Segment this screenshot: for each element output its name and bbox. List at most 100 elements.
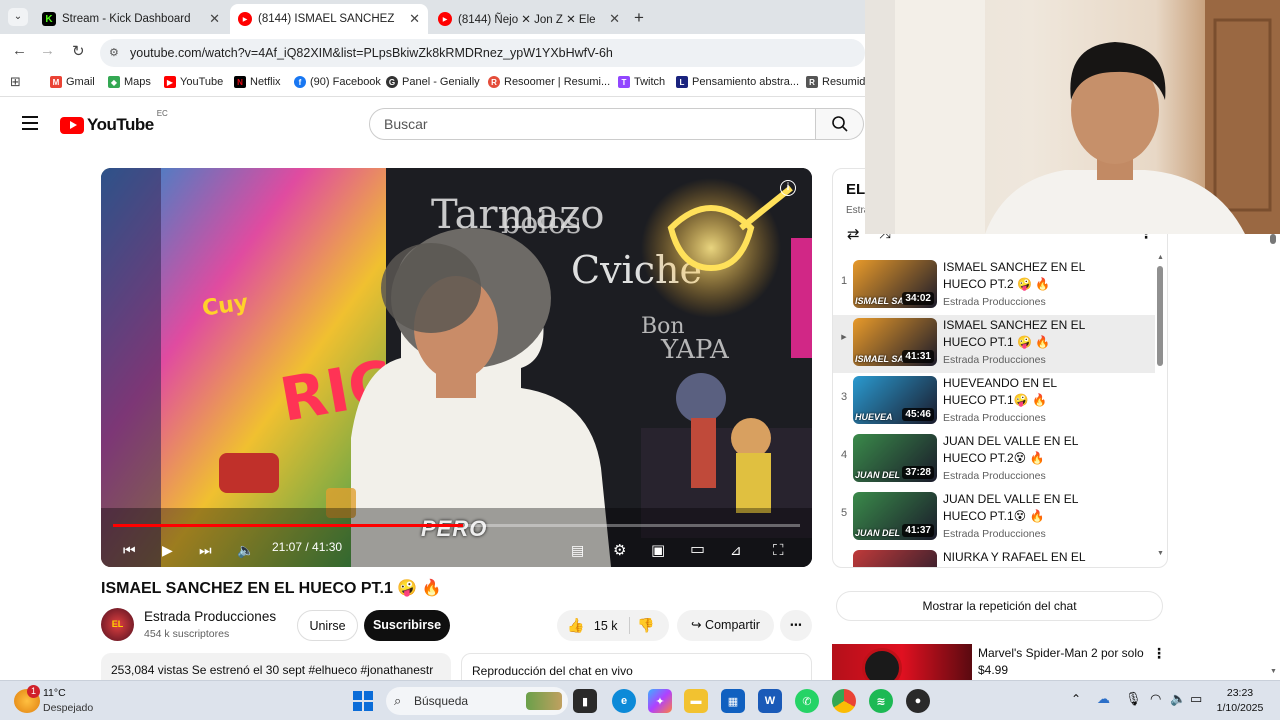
video-player[interactable]: Tarmazo bolos Cviche Bon YAPA Cuy RICO i…: [101, 168, 812, 567]
site-info-icon[interactable]: ⚙: [109, 39, 119, 67]
apps-grid-icon[interactable]: ⊞: [10, 74, 21, 90]
close-tab-icon[interactable]: ✕: [403, 11, 420, 27]
clock-date[interactable]: 1/10/2025: [1212, 702, 1268, 714]
progress-bar[interactable]: [113, 524, 800, 527]
taskbar-search[interactable]: ⌕ Búsqueda: [386, 687, 568, 715]
fullscreen-icon[interactable]: ⛶: [773, 542, 784, 559]
youtube-logo[interactable]: YouTube EC: [60, 109, 168, 135]
playlist-item[interactable]: 3 HUEVEA 45:46 HUEVEANDO EN EL HUECO PT.1🤪 …: [833, 373, 1155, 431]
tab-nejo-jon-z[interactable]: ▶ (8144) Ñejo ✕ Jon Z ✕ Ele A ✕: [430, 4, 628, 34]
new-tab-plus-icon[interactable]: +: [634, 8, 644, 28]
playlist-item-thumbnail[interactable]: ISMAEL SA 34:02: [853, 260, 937, 308]
playlist-item-title[interactable]: ISMAEL SANCHEZ EN EL HUECO PT.2 🤪 🔥: [943, 259, 1103, 293]
playlist-item-thumbnail[interactable]: [853, 550, 937, 567]
settings-gear-icon[interactable]: ⚙: [613, 541, 626, 559]
word-icon[interactable]: W: [758, 689, 782, 713]
info-icon[interactable]: i: [780, 180, 796, 196]
close-tab-icon[interactable]: ✕: [203, 11, 220, 27]
miniplayer-icon[interactable]: ▣: [651, 541, 665, 559]
playlist-item-thumbnail[interactable]: JUAN DEL 41:37: [853, 492, 937, 540]
next-icon[interactable]: ⏭: [199, 542, 212, 559]
playlist-item[interactable]: NIURKA Y RAFAEL EN EL: [833, 547, 1155, 567]
more-actions-button[interactable]: ⋯: [780, 610, 812, 641]
like-count[interactable]: 15 k: [594, 619, 618, 633]
tab-kick-dashboard[interactable]: K Stream - Kick Dashboard ✕: [34, 4, 228, 34]
weather-desc[interactable]: Despejado: [43, 702, 93, 714]
youtube-icon: ▶: [164, 76, 176, 88]
bookmark-netflix[interactable]: N Netflix: [234, 76, 281, 88]
playlist-title[interactable]: EL: [846, 181, 865, 198]
play-icon[interactable]: ▶: [162, 542, 173, 559]
hamburger-menu-icon[interactable]: [22, 116, 38, 130]
bookmark-gmail[interactable]: M Gmail: [50, 76, 95, 88]
bookmark-youtube[interactable]: ▶ YouTube: [164, 76, 223, 88]
playlist-item-thumbnail[interactable]: JUAN DEL 37:28: [853, 434, 937, 482]
like-divider: [629, 617, 630, 634]
bookmark-pensamiento[interactable]: L Pensamiento abstra...: [676, 76, 799, 88]
playlist-item-title[interactable]: HUEVEANDO EN EL HUECO PT.1🤪 🔥: [943, 375, 1103, 409]
volume-icon[interactable]: 🔈: [237, 542, 254, 559]
speaker-icon[interactable]: 🔈: [1170, 691, 1186, 707]
close-tab-icon[interactable]: ✕: [603, 11, 620, 27]
show-chat-replay-button[interactable]: Mostrar la repetición del chat: [836, 591, 1163, 621]
back-arrow-icon[interactable]: ←: [12, 42, 27, 59]
file-explorer-icon[interactable]: ▬: [684, 689, 708, 713]
obs-icon[interactable]: ●: [906, 689, 930, 713]
thumbs-down-icon[interactable]: 👎: [637, 610, 654, 641]
address-bar[interactable]: ⚙ youtube.com/watch?v=4Af_iQ82XIM&list=P…: [100, 39, 865, 67]
playlist-item[interactable]: 5 JUAN DEL 41:37 JUAN DEL VALLE EN EL HUECO…: [833, 489, 1155, 547]
playlist-item-title[interactable]: JUAN DEL VALLE EN EL HUECO PT.1😵 🔥: [943, 491, 1103, 525]
microphone-icon[interactable]: 🎙: [1125, 691, 1142, 707]
store-icon[interactable]: ▦: [721, 689, 745, 713]
task-view-icon[interactable]: ▮: [573, 689, 597, 713]
playlist-item-title[interactable]: JUAN DEL VALLE EN EL HUECO PT.2😵 🔥: [943, 433, 1103, 467]
ad-title[interactable]: Marvel's Spider-Man 2 por solo $4.99: [978, 645, 1148, 679]
share-button[interactable]: ↪ Compartir: [677, 610, 774, 641]
reload-icon[interactable]: ↻: [72, 42, 85, 60]
forward-arrow-icon[interactable]: →: [40, 42, 55, 59]
weather-temp[interactable]: 11°C: [43, 687, 66, 699]
bookmark-maps[interactable]: ◆ Maps: [108, 76, 151, 88]
edge-icon[interactable]: e: [612, 689, 636, 713]
windows-start-icon[interactable]: [351, 689, 375, 713]
spotify-icon[interactable]: ≋: [869, 689, 893, 713]
tab-ismael-sanchez[interactable]: ▶ (8144) ISMAEL SANCHEZ EN EL ✕: [230, 4, 428, 34]
ad-more-icon[interactable]: ⋮: [1152, 645, 1166, 662]
battery-icon[interactable]: ▭: [1190, 691, 1202, 707]
playlist-item-thumbnail[interactable]: ISMAEL SA 41:31: [853, 318, 937, 366]
channel-name[interactable]: Estrada Producciones: [144, 609, 276, 624]
copilot-icon[interactable]: ✦: [648, 689, 672, 713]
loop-icon[interactable]: ⇄: [847, 225, 860, 243]
playlist-scrollbar[interactable]: ▲ ▼: [1156, 254, 1164, 564]
search-button[interactable]: [816, 108, 864, 140]
thumbs-up-icon[interactable]: 👍: [567, 617, 584, 633]
bookmark-resoomer[interactable]: R Resoomer | Resumi...: [488, 76, 610, 88]
playlist-item[interactable]: 1 ISMAEL SA 34:02 ISMAEL SANCHEZ EN EL HUEC…: [833, 257, 1155, 315]
page-scrollbar[interactable]: ▼: [1268, 234, 1278, 680]
cast-icon[interactable]: ⊿: [730, 542, 742, 559]
join-button[interactable]: Unirse: [297, 610, 358, 641]
channel-avatar[interactable]: EL: [101, 608, 134, 641]
onedrive-icon[interactable]: ☁: [1097, 691, 1110, 707]
bookmark-resumido[interactable]: R Resumido: [806, 76, 872, 88]
bookmark-facebook[interactable]: f (90) Facebook: [294, 76, 381, 88]
playlist-item-title[interactable]: NIURKA Y RAFAEL EN EL: [943, 549, 1103, 566]
subscribe-button[interactable]: Suscribirse: [364, 610, 450, 641]
chrome-icon[interactable]: [832, 689, 856, 713]
previous-icon[interactable]: ⏮: [123, 542, 136, 559]
ad-thumbnail[interactable]: [832, 644, 972, 680]
subtitles-icon[interactable]: ▤: [571, 542, 584, 559]
tray-chevron-up-icon[interactable]: ⌃: [1071, 692, 1081, 706]
whatsapp-icon[interactable]: ✆: [795, 689, 819, 713]
playlist-item-thumbnail[interactable]: HUEVEA 45:46: [853, 376, 937, 424]
tab-search-button[interactable]: ⌄: [8, 8, 28, 26]
bookmark-twitch[interactable]: T Twitch: [618, 76, 665, 88]
theater-mode-icon[interactable]: ▭: [690, 539, 705, 559]
bookmark-genially[interactable]: G Panel - Genially: [386, 76, 480, 88]
clock-time[interactable]: 23:23: [1212, 687, 1268, 699]
playlist-item-title[interactable]: ISMAEL SANCHEZ EN EL HUECO PT.1 🤪 🔥: [943, 317, 1103, 351]
playlist-item[interactable]: ▶ ISMAEL SA 41:31 ISMAEL SANCHEZ EN EL HUEC…: [833, 315, 1155, 373]
playlist-item[interactable]: 4 JUAN DEL 37:28 JUAN DEL VALLE EN EL HUECO…: [833, 431, 1155, 489]
search-input[interactable]: Buscar: [369, 108, 816, 140]
wifi-icon[interactable]: ◠: [1150, 691, 1161, 707]
